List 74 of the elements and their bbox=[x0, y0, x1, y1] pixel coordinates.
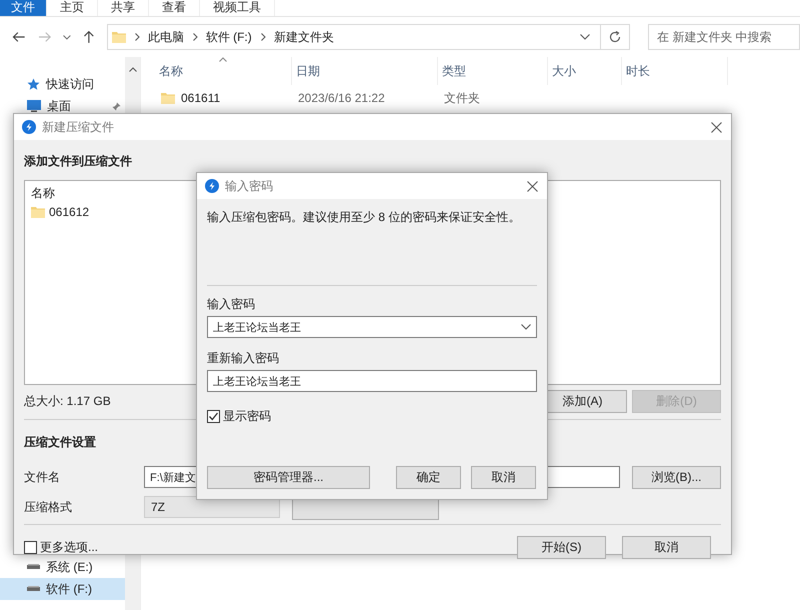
nav-item[interactable]: 系统 (E:) bbox=[0, 556, 125, 578]
ok-button[interactable]: 确定 bbox=[396, 466, 461, 489]
nav-item-label: 快速访问 bbox=[46, 76, 94, 92]
breadcrumb-item[interactable]: 此电脑 bbox=[148, 28, 184, 46]
field-label: 文件名 bbox=[24, 468, 61, 486]
checkbox-label: 更多选项... bbox=[40, 538, 98, 556]
refresh-icon bbox=[608, 31, 621, 43]
column-header[interactable]: 时长 bbox=[622, 57, 728, 85]
column-header[interactable]: 名称 bbox=[31, 186, 55, 200]
folder-icon bbox=[31, 206, 45, 218]
close-icon bbox=[526, 180, 538, 192]
drive-icon bbox=[27, 564, 40, 570]
app-logo-icon bbox=[205, 179, 219, 193]
close-icon bbox=[710, 122, 722, 132]
column-header[interactable]: 类型 bbox=[438, 57, 548, 85]
window-title: 输入密码 bbox=[225, 178, 273, 194]
column-header[interactable]: 名称 bbox=[155, 57, 292, 85]
address-bar[interactable]: 此电脑 软件 (F:) 新建文件夹 bbox=[106, 24, 601, 50]
nav-item-label: 桌面 bbox=[47, 98, 71, 114]
nav-item-label: 软件 (F:) bbox=[46, 580, 92, 598]
breadcrumb-separator-icon bbox=[260, 33, 266, 41]
refresh-button[interactable] bbox=[600, 24, 630, 50]
breadcrumb-item[interactable]: 软件 (F:) bbox=[206, 28, 252, 46]
checkbox[interactable] bbox=[24, 540, 37, 554]
confirm-password-field[interactable]: 上老王论坛当老王 bbox=[207, 370, 537, 392]
app-logo-icon bbox=[22, 120, 36, 134]
nav-item[interactable]: 桌面 bbox=[0, 95, 125, 117]
ribbon-tab[interactable]: 共享 bbox=[98, 0, 149, 16]
window-title: 新建压缩文件 bbox=[42, 118, 114, 136]
nav-item[interactable]: 快速访问 bbox=[0, 73, 125, 95]
breadcrumb-item[interactable]: 新建文件夹 bbox=[274, 28, 334, 46]
column-header[interactable]: 大小 bbox=[548, 57, 622, 85]
field-label: 输入密码 bbox=[207, 296, 256, 313]
file-date: 2023/6/16 21:22 bbox=[297, 91, 386, 105]
cancel-button[interactable]: 取消 bbox=[471, 466, 536, 489]
checkbox-label: 显示密码 bbox=[223, 408, 271, 424]
section-title: 压缩文件设置 bbox=[24, 434, 96, 450]
ribbon-tab[interactable]: 主页 bbox=[47, 0, 98, 16]
folder-icon bbox=[161, 92, 175, 104]
sort-ascending-icon bbox=[219, 57, 227, 62]
section-title: 添加文件到压缩文件 bbox=[24, 153, 133, 170]
back-arrow-icon bbox=[12, 31, 26, 43]
search-field[interactable]: 在 新建文件夹 中搜索 bbox=[648, 24, 800, 50]
nav-item-label: 系统 (E:) bbox=[46, 558, 93, 576]
ribbon-tab[interactable]: 文件 bbox=[0, 0, 47, 16]
cancel-button[interactable]: 取消 bbox=[622, 536, 711, 558]
star-icon bbox=[27, 78, 40, 90]
chevron-down-icon bbox=[580, 34, 590, 40]
file-type: 文件夹 bbox=[443, 90, 481, 106]
field-label: 压缩格式 bbox=[24, 498, 73, 516]
breadcrumb-separator-icon bbox=[192, 33, 198, 41]
browse-button[interactable]: 浏览(B)... bbox=[632, 466, 721, 488]
checkbox[interactable] bbox=[207, 410, 220, 422]
drive-icon bbox=[27, 586, 40, 592]
nav-item[interactable]: 软件 (F:) bbox=[0, 578, 125, 600]
folder-icon bbox=[112, 31, 126, 43]
column-header[interactable]: 日期 bbox=[292, 57, 438, 85]
ribbon-tab[interactable]: 视频工具 bbox=[200, 0, 275, 16]
start-button[interactable]: 开始(S) bbox=[517, 536, 606, 558]
breadcrumb-separator-icon bbox=[134, 33, 140, 41]
recent-dropdown-icon bbox=[63, 34, 72, 40]
password-manager-button[interactable]: 密码管理器... bbox=[207, 466, 370, 489]
field-label: 重新输入密码 bbox=[207, 350, 280, 367]
file-name[interactable]: 061611 bbox=[181, 91, 220, 105]
up-arrow-icon bbox=[83, 30, 95, 44]
total-size: 总大小: 1.17 GB bbox=[24, 392, 111, 410]
forward-arrow-icon bbox=[38, 31, 52, 43]
scroll-up-icon bbox=[128, 67, 136, 72]
ribbon-tab[interactable]: 查看 bbox=[149, 0, 200, 16]
file-name[interactable]: 061612 bbox=[49, 205, 90, 219]
chevron-down-icon bbox=[521, 324, 531, 330]
desktop-icon bbox=[27, 100, 41, 112]
password-field[interactable]: 上老王论坛当老王 bbox=[207, 316, 537, 338]
message-text: 输入压缩包密码。建议使用至少 8 位的密码来保证安全性。 bbox=[207, 209, 522, 226]
